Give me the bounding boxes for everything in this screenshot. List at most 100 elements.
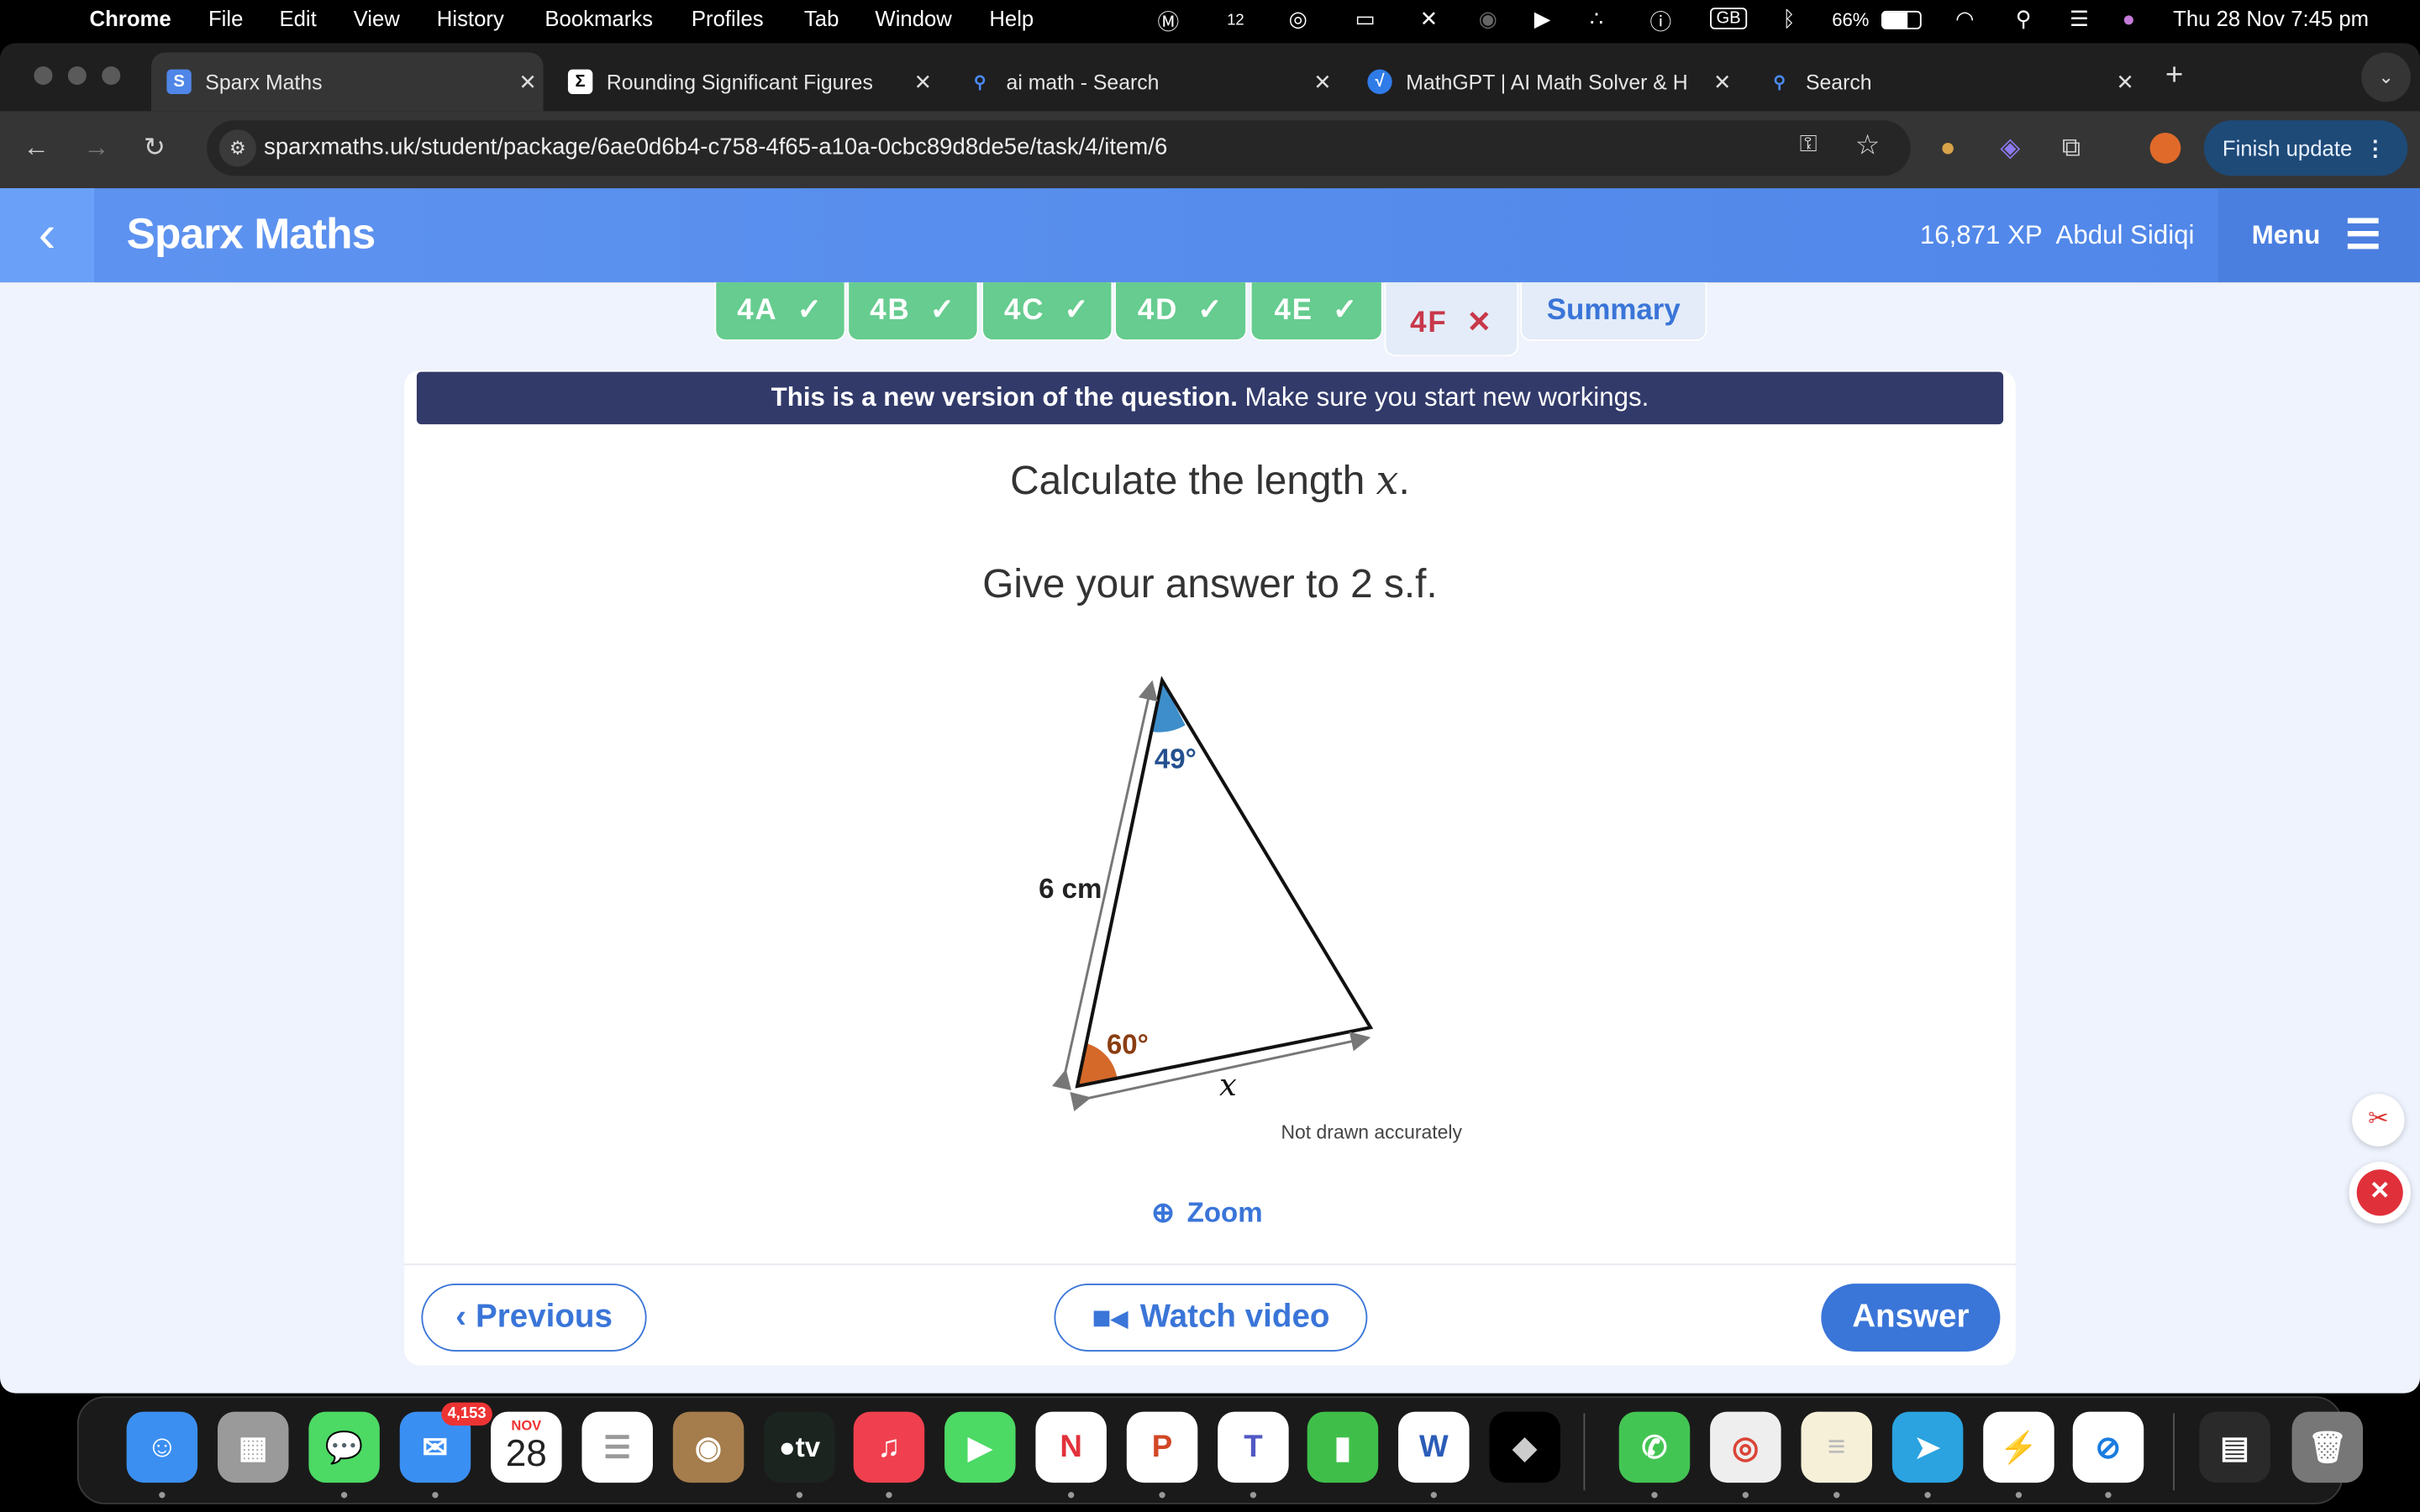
apple-tv-icon[interactable]: ●tv [764, 1411, 835, 1483]
menu-file[interactable]: File [208, 6, 243, 30]
close-tab-icon[interactable]: ✕ [2110, 69, 2141, 95]
safari-icon[interactable]: ⊘ [2072, 1411, 2144, 1483]
menu-bookmarks[interactable]: Bookmarks [544, 6, 653, 30]
menu-view[interactable]: View [354, 6, 400, 30]
address-bar[interactable]: ⚙ sparxmaths.uk/student/package/6ae0d6b4… [207, 120, 1911, 176]
contacts-icon[interactable]: ◉ [672, 1411, 744, 1483]
teams-icon[interactable]: T [1218, 1411, 1289, 1483]
finder-icon[interactable]: ☺ [126, 1411, 198, 1483]
calendar-icon[interactable]: NOV 28 [491, 1411, 562, 1483]
sparx-logo-title[interactable]: Sparx Maths [127, 210, 376, 260]
site-settings-icon[interactable]: ⚙ [218, 129, 256, 167]
music-icon[interactable]: ♫ [853, 1411, 925, 1483]
bookmark-star-icon[interactable]: ☆ [1855, 129, 1881, 162]
play-icon[interactable]: ▶ [1534, 6, 1551, 32]
forward-icon[interactable]: → [83, 133, 109, 164]
cookie-extension-icon[interactable]: ● [1940, 133, 1956, 164]
task-tab-summary[interactable]: Summary [1520, 282, 1707, 341]
chrome-icon[interactable]: ◎ [1710, 1411, 1781, 1483]
new-tab-button[interactable]: + [2165, 59, 2183, 94]
close-window-button[interactable] [34, 66, 53, 86]
task-tab-4c[interactable]: 4C ✓ [981, 282, 1113, 341]
minimize-window-button[interactable] [67, 66, 87, 86]
task-tab-4e[interactable]: 4E ✓ [1249, 282, 1383, 341]
battery-icon[interactable] [1881, 10, 1922, 29]
creative-cloud-icon[interactable]: ◎ [1289, 6, 1307, 32]
close-tab-icon[interactable]: ✕ [1707, 69, 1738, 95]
reminders-icon[interactable]: ☰ [581, 1411, 653, 1483]
wifi-icon[interactable]: ◠ [1955, 6, 1974, 32]
airdrop-icon[interactable]: ◉ [1479, 6, 1497, 32]
reload-icon[interactable]: ↻ [144, 133, 166, 164]
messenger-icon[interactable]: ⚡ [1983, 1411, 2054, 1483]
zoom-button[interactable]: ⊕ Zoom [1151, 1197, 1262, 1230]
close-tab-icon[interactable]: ✕ [908, 69, 939, 95]
powerpoint-icon[interactable]: P [1126, 1411, 1198, 1483]
numbers-icon[interactable]: ▮ [1307, 1411, 1379, 1483]
word-icon[interactable]: W [1398, 1411, 1470, 1483]
whatsapp-icon[interactable]: ✆ [1618, 1411, 1691, 1483]
profile-avatar[interactable] [2149, 132, 2181, 164]
extension-icon[interactable]: ◈ [2000, 133, 2020, 164]
trash-icon[interactable]: 🗑 [2291, 1411, 2364, 1483]
spotlight-icon[interactable]: ⚲ [2016, 6, 2032, 32]
menu-edit[interactable]: Edit [279, 6, 316, 30]
close-tab-icon[interactable]: ✕ [513, 69, 544, 95]
menu-window[interactable]: Window [875, 6, 951, 30]
user-name[interactable]: Abdul Sidiqi [2056, 221, 2195, 252]
task-content: 4A ✓ 4B ✓ 4C ✓ 4D ✓ 4E ✓ 4F ✕ Summary Th… [0, 282, 2420, 1394]
back-icon[interactable]: ← [24, 133, 50, 164]
launchpad-icon[interactable]: ▦ [217, 1411, 289, 1483]
extensions-puzzle-icon[interactable]: ⧉ [2062, 133, 2081, 164]
mail-icon[interactable]: ✉ 4,153 [399, 1402, 492, 1483]
accessibility-icon[interactable]: ⓘ [1649, 6, 1671, 37]
news-icon[interactable]: N [1035, 1411, 1107, 1483]
malwarebytes-icon[interactable]: Ⓜ [1158, 6, 1180, 37]
watch-video-button[interactable]: ■◂ Watch video [1054, 1284, 1368, 1352]
roblox-icon[interactable]: ◆ [1489, 1411, 1560, 1483]
siri-icon[interactable]: ● [2123, 6, 2136, 30]
notification-count-icon[interactable]: 12 [1227, 13, 1244, 29]
keyboard-layout[interactable]: GB [1710, 8, 1748, 29]
menu-tab[interactable]: Tab [804, 6, 839, 30]
task-tab-4d[interactable]: 4D ✓ [1114, 282, 1248, 341]
previous-button[interactable]: ‹ Previous [421, 1284, 647, 1352]
url-text[interactable]: sparxmaths.uk/student/package/6ae0d6b4-c… [264, 134, 1167, 160]
password-key-icon[interactable]: ⚿ [1800, 131, 1818, 157]
telegram-icon[interactable]: ➤ [1891, 1411, 1964, 1483]
bluetooth-icon[interactable]: ᛒ [1782, 6, 1795, 30]
browser-toolbar: ← → ↻ ⚙ sparxmaths.uk/student/package/6a… [0, 111, 2420, 189]
task-tab-4b[interactable]: 4B ✓ [847, 282, 979, 341]
tab-sparx-maths[interactable]: S Sparx Maths ✕ [150, 52, 544, 112]
dots-icon[interactable]: ∴ [1590, 6, 1603, 32]
clock[interactable]: Thu 28 Nov 7:45 pm [2173, 6, 2369, 30]
menu-profiles[interactable]: Profiles [692, 6, 764, 30]
more-menu-icon[interactable]: ⋮ [2365, 135, 2386, 161]
answer-button[interactable]: Answer [1821, 1284, 2001, 1352]
close-tab-icon[interactable]: ✕ [1307, 69, 1339, 95]
zoom-window-button[interactable] [102, 66, 121, 86]
menu-history[interactable]: History [437, 6, 504, 30]
display-icon[interactable]: ▭ [1355, 6, 1376, 32]
menu-button[interactable]: Menu ☰ [2217, 188, 2420, 283]
tab-search-button[interactable]: ⌄ [2361, 52, 2411, 102]
tab-mathgpt[interactable]: √ MathGPT | AI Math Solver & H ✕ [1352, 52, 1738, 111]
tab-rounding-significant-figures[interactable]: Σ Rounding Significant Figures ✕ [553, 52, 939, 111]
task-tab-4f[interactable]: 4F ✕ [1384, 282, 1519, 357]
control-center-icon[interactable]: ☰ [2070, 6, 2089, 32]
facetime-icon[interactable]: ▶ [944, 1411, 1016, 1483]
finish-update-button[interactable]: Finish update ⋮ [2203, 120, 2408, 176]
tab-search[interactable]: ⚲ Search ✕ [1752, 52, 2141, 111]
menu-app-name[interactable]: Chrome [90, 6, 171, 30]
task-tab-4a[interactable]: 4A ✓ [714, 282, 846, 341]
scissors-extension-icon[interactable]: ✂ [2352, 1094, 2405, 1147]
mail-badge: 4,153 [441, 1402, 492, 1426]
document-window-icon[interactable]: ▤ [2199, 1411, 2270, 1483]
mute-icon[interactable]: ✕ [1420, 6, 1439, 32]
notes-icon[interactable]: ≡ [1801, 1411, 1872, 1483]
back-chevron-button[interactable]: ‹ [0, 188, 95, 283]
floating-extension-button[interactable]: ✕ [2349, 1162, 2411, 1224]
messages-icon[interactable]: 💬 [308, 1411, 380, 1483]
menu-help[interactable]: Help [989, 6, 1034, 30]
tab-ai-math-search[interactable]: ⚲ ai math - Search ✕ [952, 52, 1338, 111]
